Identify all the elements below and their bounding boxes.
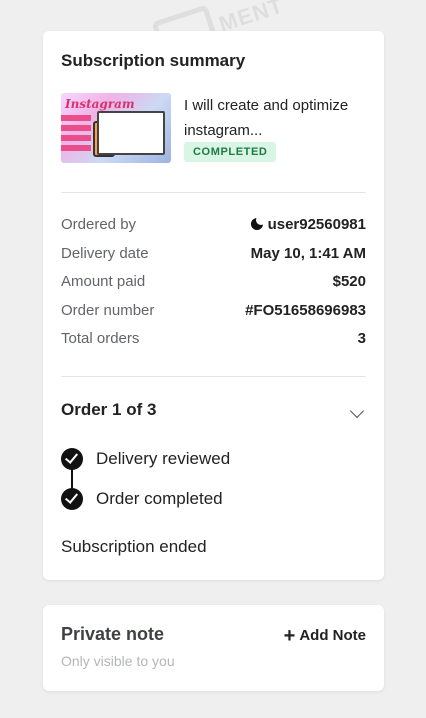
detail-label: Delivery date xyxy=(61,245,149,262)
order-header[interactable]: Order 1 of 3 xyxy=(61,400,156,420)
detail-value: 3 xyxy=(357,330,366,347)
detail-label: Total orders xyxy=(61,330,140,347)
divider xyxy=(61,376,366,377)
detail-row-delivery-date: Delivery date May 10, 1:41 AM xyxy=(61,245,366,267)
add-note-label: Add Note xyxy=(299,627,366,644)
check-circle-icon xyxy=(61,488,83,510)
note-subtitle: Only visible to you xyxy=(61,653,175,669)
thumb-text: Instagram xyxy=(65,97,135,111)
private-note-card: Private note Only visible to you + Add No… xyxy=(43,605,384,691)
detail-value[interactable]: user92560981 xyxy=(250,215,366,233)
gig-title[interactable]: I will create and optimize instagram... xyxy=(184,93,364,143)
chevron-down-icon[interactable] xyxy=(349,403,365,419)
divider xyxy=(61,192,366,193)
plus-icon: + xyxy=(283,625,296,647)
detail-label: Amount paid xyxy=(61,273,146,290)
detail-label: Ordered by xyxy=(61,216,137,233)
subscription-summary-card: Subscription summary Instagram I will cr… xyxy=(43,31,384,580)
step-label: Order completed xyxy=(96,489,223,508)
detail-value: $520 xyxy=(332,273,366,290)
note-title: Private note xyxy=(61,624,165,644)
detail-row-ordered-by: Ordered by user92560981 xyxy=(61,215,366,238)
gig-thumbnail[interactable]: Instagram xyxy=(61,93,171,163)
detail-row-amount-paid: Amount paid $520 xyxy=(61,273,366,295)
detail-value: #FO51658696983 xyxy=(245,302,366,319)
detail-value: May 10, 1:41 AM xyxy=(250,245,366,262)
subscription-ended-text: Subscription ended xyxy=(61,537,207,556)
step-label: Delivery reviewed xyxy=(96,449,231,468)
summary-title: Subscription summary xyxy=(61,51,246,70)
detail-row-order-number: Order number #FO51658696983 xyxy=(61,302,366,324)
detail-row-total-orders: Total orders 3 xyxy=(61,330,366,352)
detail-label: Order number xyxy=(61,302,155,319)
moon-icon xyxy=(250,215,266,230)
add-note-button[interactable]: + Add Note xyxy=(284,625,366,648)
status-badge: COMPLETED xyxy=(184,142,277,162)
check-circle-icon xyxy=(61,448,83,470)
